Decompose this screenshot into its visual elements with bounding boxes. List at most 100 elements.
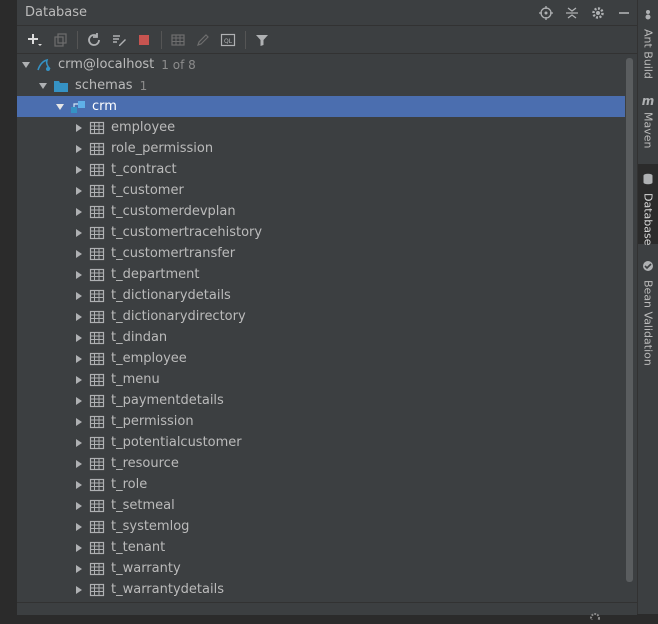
tree-row-datasource[interactable]: crm@localhost 1 of 8 (17, 54, 625, 75)
table-icon (89, 393, 105, 409)
copy-icon[interactable] (48, 28, 72, 52)
table-row[interactable]: t_contract (17, 159, 625, 180)
table-row[interactable]: t_tenant (17, 537, 625, 558)
toolbar-separator (161, 30, 162, 49)
table-row[interactable]: t_customertracehistory (17, 222, 625, 243)
sql-console-icon[interactable]: QL (216, 28, 240, 52)
collapsed-arrow-icon[interactable] (73, 353, 85, 365)
table-row[interactable]: t_customertransfer (17, 243, 625, 264)
collapsed-arrow-icon[interactable] (73, 542, 85, 554)
table-name: t_potentialcustomer (111, 435, 242, 450)
datasource-count: 1 of 8 (161, 57, 196, 72)
table-row[interactable]: t_dictionarydetails (17, 285, 625, 306)
locate-icon[interactable] (533, 0, 559, 25)
tab-bean-validation[interactable]: Bean Validation (638, 257, 658, 366)
table-row[interactable]: t_setmeal (17, 495, 625, 516)
right-tool-strip: Ant Build m Maven Database Bean Validati… (637, 0, 658, 614)
filter-icon[interactable] (250, 28, 274, 52)
table-row[interactable]: employee (17, 117, 625, 138)
table-name: t_tenant (111, 540, 166, 555)
maven-icon: m (641, 94, 655, 108)
table-row[interactable]: t_employee (17, 348, 625, 369)
collapsed-arrow-icon[interactable] (73, 248, 85, 260)
toolbar-separator (77, 30, 78, 49)
collapsed-arrow-icon[interactable] (73, 269, 85, 281)
table-row[interactable]: t_warrantydetails (17, 579, 625, 600)
table-row[interactable]: t_warranty (17, 558, 625, 579)
add-icon[interactable] (23, 28, 47, 52)
table-name: t_role (111, 477, 148, 492)
collapsed-arrow-icon[interactable] (73, 143, 85, 155)
collapsed-arrow-icon[interactable] (73, 500, 85, 512)
collapsed-arrow-icon[interactable] (73, 311, 85, 323)
tree-scrollbar[interactable] (626, 58, 633, 582)
collapsed-arrow-icon[interactable] (73, 437, 85, 449)
table-icon (89, 351, 105, 367)
table-icon (89, 414, 105, 430)
table-icon (89, 246, 105, 262)
table-row[interactable]: t_resource (17, 453, 625, 474)
collapsed-arrow-icon[interactable] (73, 374, 85, 386)
table-name: t_contract (111, 162, 177, 177)
database-icon (642, 170, 654, 189)
collapsed-arrow-icon[interactable] (73, 227, 85, 239)
stop-icon[interactable] (132, 28, 156, 52)
collapsed-arrow-icon[interactable] (73, 164, 85, 176)
collapsed-arrow-icon[interactable] (73, 395, 85, 407)
collapsed-arrow-icon[interactable] (73, 521, 85, 533)
table-name: t_customer (111, 183, 184, 198)
table-row[interactable]: t_role (17, 474, 625, 495)
table-name: t_warranty (111, 561, 181, 576)
tree-row-schemas[interactable]: schemas 1 (17, 75, 625, 96)
table-icon (89, 372, 105, 388)
table-row[interactable]: t_menu (17, 369, 625, 390)
table-icon (89, 288, 105, 304)
table-row[interactable]: t_systemlog (17, 516, 625, 537)
table-row[interactable]: t_department (17, 264, 625, 285)
schema-edit-icon[interactable] (107, 28, 131, 52)
table-editor-icon[interactable] (166, 28, 190, 52)
edit-pencil-icon[interactable] (191, 28, 215, 52)
hide-icon[interactable] (611, 0, 637, 25)
collapsed-arrow-icon[interactable] (73, 458, 85, 470)
table-name: t_customertransfer (111, 246, 236, 261)
database-tree[interactable]: crm@localhost 1 of 8 schemas 1 crm emplo… (17, 54, 625, 602)
collapsed-arrow-icon[interactable] (73, 122, 85, 134)
table-icon (89, 582, 105, 598)
collapsed-arrow-icon[interactable] (73, 416, 85, 428)
collapsed-arrow-icon[interactable] (73, 563, 85, 575)
table-row[interactable]: t_potentialcustomer (17, 432, 625, 453)
table-row[interactable]: t_paymentdetails (17, 390, 625, 411)
table-name: t_resource (111, 456, 179, 471)
schema-icon (70, 99, 86, 115)
tab-database[interactable]: Database (638, 164, 658, 246)
table-name: employee (111, 120, 176, 135)
refresh-icon[interactable] (82, 28, 106, 52)
table-row[interactable]: t_dindan (17, 327, 625, 348)
collapse-all-icon[interactable] (559, 0, 585, 25)
table-name: t_customertracehistory (111, 225, 263, 240)
schema-label: crm (92, 99, 117, 114)
collapsed-arrow-icon[interactable] (73, 185, 85, 197)
gear-icon[interactable] (585, 0, 611, 25)
table-row[interactable]: t_dictionarydirectory (17, 306, 625, 327)
expanded-arrow-icon[interactable] (54, 101, 66, 113)
tab-ant-build[interactable]: Ant Build (638, 6, 658, 79)
expanded-arrow-icon[interactable] (37, 80, 49, 92)
tab-maven[interactable]: m Maven (638, 94, 658, 148)
table-icon (89, 477, 105, 493)
table-row[interactable]: t_permission (17, 411, 625, 432)
collapsed-arrow-icon[interactable] (73, 290, 85, 302)
collapsed-arrow-icon[interactable] (73, 332, 85, 344)
collapsed-arrow-icon[interactable] (73, 479, 85, 491)
table-row[interactable]: t_customer (17, 180, 625, 201)
collapsed-arrow-icon[interactable] (73, 206, 85, 218)
tab-label: Ant Build (641, 29, 655, 79)
tree-row-schema-crm[interactable]: crm (17, 96, 625, 117)
database-toolbar: QL (17, 26, 637, 54)
collapsed-arrow-icon[interactable] (73, 584, 85, 596)
table-row[interactable]: t_customerdevplan (17, 201, 625, 222)
folder-icon (53, 78, 69, 94)
expanded-arrow-icon[interactable] (20, 59, 32, 71)
table-row[interactable]: role_permission (17, 138, 625, 159)
